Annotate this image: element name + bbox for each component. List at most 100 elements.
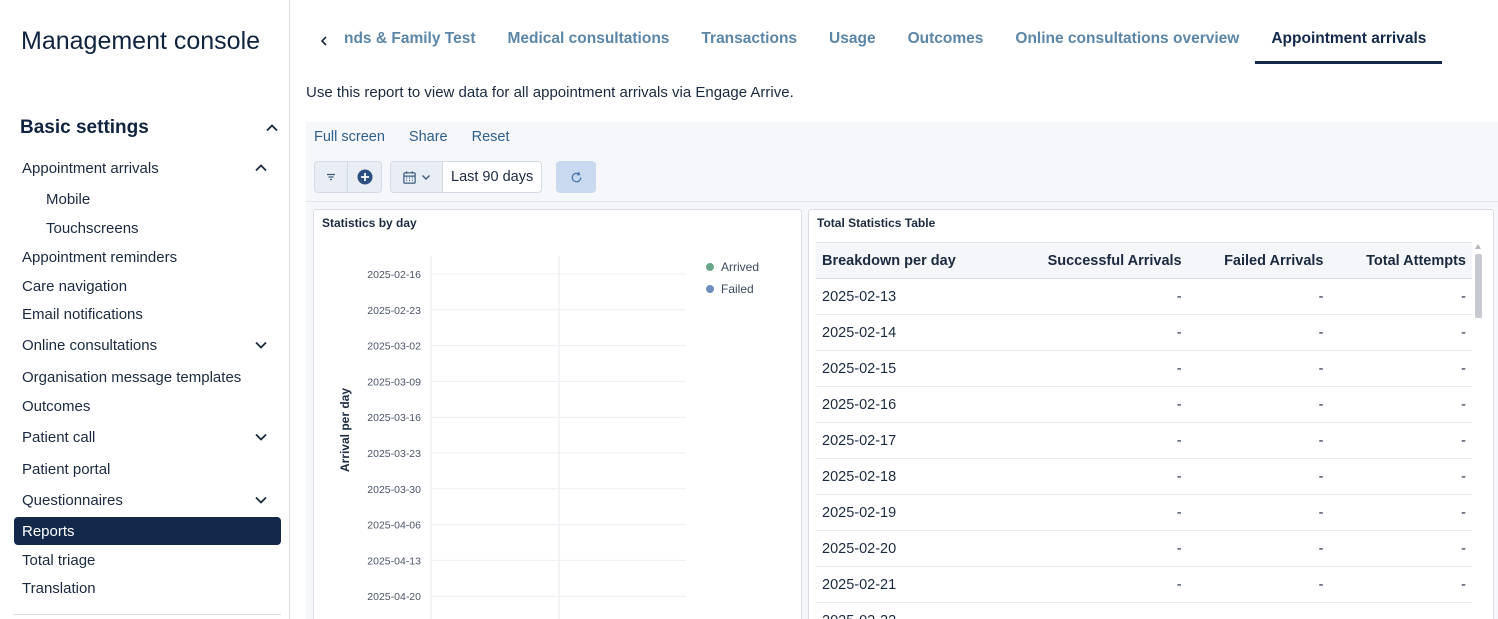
value-cell: - <box>1187 422 1330 459</box>
table-row: 2025-02-14- - - <box>816 314 1472 351</box>
sidebar-item-label: Total triage <box>22 551 96 569</box>
chevron-down-icon[interactable] <box>253 337 269 353</box>
tab-outcomes[interactable]: Outcomes <box>892 22 1000 64</box>
tab-scroll-left-button[interactable] <box>306 22 342 60</box>
table-row: 2025-02-16- - - <box>816 386 1472 423</box>
filter-icon <box>327 173 335 181</box>
tab-transactions[interactable]: Transactions <box>685 22 813 64</box>
sidebar: Management console Basic settings Appoin… <box>0 0 290 619</box>
value-cell: - <box>1187 530 1330 567</box>
value-cell: - <box>1187 314 1330 351</box>
column-header[interactable]: Successful Arrivals <box>1001 242 1188 279</box>
chevron-down-icon[interactable] <box>253 429 269 445</box>
chevron-up-icon[interactable] <box>264 120 280 136</box>
value-cell: - <box>1187 278 1330 315</box>
sidebar-item-reports[interactable]: Reports <box>14 517 281 545</box>
sidebar-item-patient-call[interactable]: Patient call <box>14 423 281 451</box>
tab-friends-family-test[interactable]: nds & Family Test <box>342 22 492 64</box>
refresh-icon <box>571 171 582 182</box>
dashboard-toolbar: Full screen Share Reset <box>314 129 510 145</box>
legend-label: Failed <box>721 282 754 296</box>
date-cell: 2025-02-20 <box>816 530 1002 567</box>
y-tick-label: 2025-02-16 <box>367 269 421 281</box>
sidebar-item-mobile[interactable]: Mobile <box>38 185 238 213</box>
tab-online-consultations-overview[interactable]: Online consultations overview <box>999 22 1255 64</box>
sidebar-item-label: Appointment reminders <box>22 248 178 266</box>
table-scrollbar[interactable] <box>1474 242 1483 619</box>
report-description: Use this report to view data for all app… <box>306 84 794 101</box>
sidebar-item-organisation-message-templates[interactable]: Organisation message templates <box>14 363 281 391</box>
basic-settings-header[interactable]: Basic settings <box>20 115 280 141</box>
date-cell: 2025-02-22 <box>816 602 1002 619</box>
tab-appointment-arrivals[interactable]: Appointment arrivals <box>1255 22 1443 64</box>
column-header[interactable]: Total Attempts <box>1329 242 1472 279</box>
date-range-picker[interactable]: Last 90 days <box>390 161 543 193</box>
y-tick-label: 2025-03-23 <box>367 448 421 460</box>
sidebar-item-appointment-arrivals[interactable]: Appointment arrivals <box>14 154 281 182</box>
sidebar-item-email-notifications[interactable]: Email notifications <box>14 300 281 328</box>
refresh-button[interactable] <box>556 161 597 193</box>
dashboard-panel: Full screen Share Reset Last 90 days Sta… <box>306 122 1498 619</box>
sidebar-item-label: Mobile <box>46 190 91 208</box>
value-cell: - <box>1329 422 1472 459</box>
chevron-up-icon[interactable] <box>253 160 269 176</box>
legend-item-arrived[interactable]: Arrived <box>706 256 759 278</box>
value-cell: - <box>1001 530 1188 567</box>
scroll-up-arrow-icon[interactable] <box>1475 244 1481 249</box>
date-cell: 2025-02-19 <box>816 494 1002 531</box>
full-screen-button[interactable]: Full screen <box>314 129 385 145</box>
value-cell: - <box>1329 350 1472 387</box>
value-cell: - <box>1187 494 1330 531</box>
date-cell: 2025-02-13 <box>816 278 1002 315</box>
column-header[interactable]: Breakdown per day <box>816 242 1002 279</box>
y-tick-label: 2025-02-23 <box>367 305 421 317</box>
table-row: 2025-02-17- - - <box>816 422 1472 459</box>
statistics-table: Breakdown per day Successful Arrivals Fa… <box>816 242 1472 619</box>
sidebar-item-touchscreens[interactable]: Touchscreens <box>38 214 238 242</box>
value-cell: - <box>1001 458 1188 495</box>
legend-dot <box>706 263 714 271</box>
value-cell: - <box>1329 386 1472 423</box>
sidebar-item-label: Patient portal <box>22 460 111 478</box>
date-cell: 2025-02-15 <box>816 350 1002 387</box>
calendar-dropdown-button[interactable] <box>391 162 443 192</box>
sidebar-item-total-triage[interactable]: Total triage <box>14 546 281 574</box>
sidebar-item-translation[interactable]: Translation <box>14 574 281 602</box>
add-filter-button[interactable] <box>348 162 381 192</box>
y-tick-label: 2025-04-06 <box>367 520 421 532</box>
scrollbar-thumb[interactable] <box>1475 254 1482 318</box>
section-label: Basic settings <box>20 117 149 138</box>
share-button[interactable]: Share <box>409 129 448 145</box>
calendar-icon <box>403 170 416 184</box>
date-cell: 2025-02-21 <box>816 566 1002 603</box>
chevron-down-icon[interactable] <box>253 492 269 508</box>
sidebar-item-label: Reports <box>22 522 75 540</box>
filter-button[interactable] <box>315 162 348 192</box>
value-cell: - <box>1329 458 1472 495</box>
date-cell: 2025-02-18 <box>816 458 1002 495</box>
value-cell: - <box>1329 278 1472 315</box>
value-cell: - <box>1001 386 1188 423</box>
report-tabs: nds & Family Test Medical consultations … <box>306 22 1496 66</box>
y-tick-label: 2025-03-30 <box>367 484 421 496</box>
value-cell: - <box>1187 350 1330 387</box>
sidebar-item-questionnaires[interactable]: Questionnaires <box>14 486 281 514</box>
filter-controls: Last 90 days <box>314 161 597 193</box>
reset-button[interactable]: Reset <box>472 129 510 145</box>
value-cell: - <box>1187 566 1330 603</box>
value-cell <box>1001 602 1188 619</box>
column-header[interactable]: Failed Arrivals <box>1187 242 1330 279</box>
legend-item-failed[interactable]: Failed <box>706 278 759 300</box>
sidebar-item-patient-portal[interactable]: Patient portal <box>14 455 281 483</box>
sidebar-item-appointment-reminders[interactable]: Appointment reminders <box>14 243 281 271</box>
y-axis-label: Arrival per day <box>338 387 352 473</box>
sidebar-item-outcomes[interactable]: Outcomes <box>14 392 281 420</box>
tab-medical-consultations[interactable]: Medical consultations <box>492 22 686 64</box>
statistics-by-day-chart: Statistics by day 2025-02-16 2025-02-23 20… <box>313 209 802 619</box>
console-title: Management console <box>21 27 261 55</box>
sidebar-item-online-consultations[interactable]: Online consultations <box>14 331 281 359</box>
tab-usage[interactable]: Usage <box>813 22 892 64</box>
sidebar-item-care-navigation[interactable]: Care navigation <box>14 272 281 300</box>
chevron-left-icon <box>320 36 327 46</box>
table-row: 2025-02-19- - - <box>816 494 1472 531</box>
